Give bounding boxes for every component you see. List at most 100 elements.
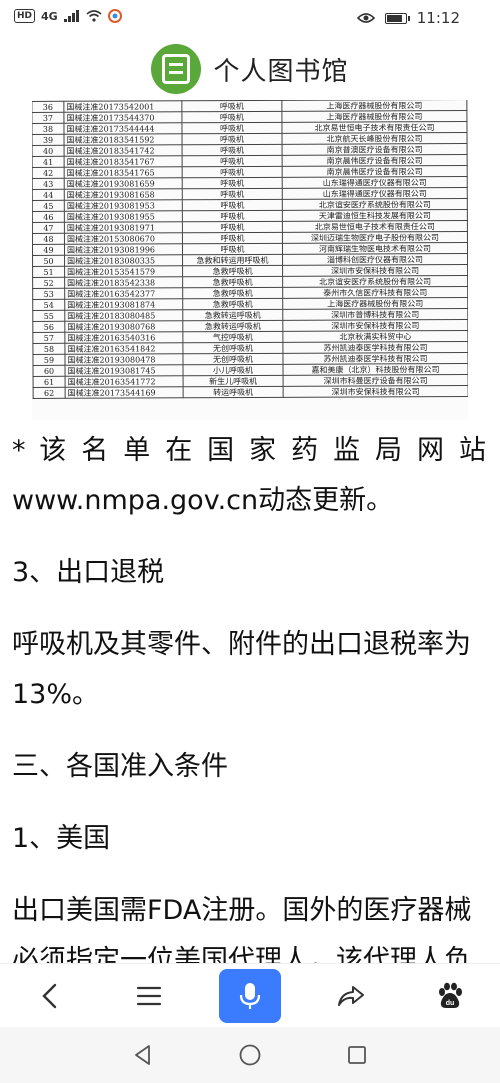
registration-number: 国械注准20183541742 (64, 144, 183, 157)
product-name: 呼吸机 (181, 133, 283, 145)
site-name[interactable]: 个人图书馆 (213, 51, 348, 88)
product-name: 急救转运呼吸机 (182, 309, 283, 321)
registration-number: 国械注准20193081953 (64, 199, 183, 212)
share-button[interactable] (321, 970, 381, 1022)
site-logo-icon[interactable] (151, 44, 202, 94)
product-name: 呼吸机 (182, 188, 283, 200)
share-icon (337, 985, 364, 1006)
registration-number: 国械注准20173544169 (65, 386, 184, 399)
row-number: 51 (32, 266, 65, 278)
row-number: 49 (32, 244, 65, 256)
menu-icon (137, 986, 162, 1005)
note-line-1: * 该 名 单 在 国 家 药 监 局 网 站 (12, 435, 488, 466)
company-name: 深圳市安保科技有限公司 (282, 319, 468, 332)
row-number: 36 (32, 101, 64, 113)
row-number: 42 (32, 167, 65, 179)
product-name: 急救呼吸机 (182, 265, 283, 277)
registration-number: 国械注准20173544370 (63, 111, 182, 124)
company-name: 深圳市科曼医疗设备有限公司 (283, 374, 468, 387)
registration-number: 国械注准20163540316 (64, 331, 183, 344)
row-number: 54 (32, 299, 65, 311)
eye-comfort-icon (356, 13, 375, 23)
product-name: 小儿呼吸机 (183, 364, 284, 376)
company-name: 苏州凯迪泰医学科技有限公司 (282, 341, 468, 354)
company-name: 河南辉瑞生物医电技术有限公司 (282, 242, 468, 255)
row-number: 60 (33, 365, 66, 377)
nav-home-icon[interactable] (238, 1043, 262, 1067)
row-number: 61 (33, 376, 66, 388)
row-number: 57 (32, 332, 65, 344)
registration-number: 国械注准20173542001 (63, 100, 182, 113)
company-name: 北京谊安医疗系统股份有限公司 (282, 275, 468, 288)
battery-icon (384, 12, 410, 24)
product-name: 急救呼吸机 (182, 287, 283, 299)
company-name: 苏州凯迪泰医学科技有限公司 (282, 352, 468, 365)
svg-text:du: du (446, 1000, 455, 1007)
row-number: 62 (33, 387, 66, 399)
row-number: 45 (32, 200, 65, 212)
product-name: 呼吸机 (181, 100, 282, 112)
company-name: 北京谊安医疗系统股份有限公司 (282, 198, 468, 211)
row-number: 59 (32, 354, 66, 366)
registration-number: 国械注准20183542338 (64, 276, 183, 289)
section-usa-heading: 1、美国 (12, 823, 111, 854)
registration-number: 国械注准20193081745 (65, 364, 184, 377)
product-name: 呼吸机 (182, 221, 283, 233)
usa-paragraph: 出口美国需FDA注册。国外的医疗器械必须指定一位美国代理人，该代理人负 (12, 895, 472, 963)
browser-toolbar: du (0, 963, 500, 1027)
product-name: 呼吸机 (182, 155, 283, 167)
company-name: 天津雷迪恒生科技发展有限公司 (282, 209, 468, 222)
voice-search-button[interactable] (218, 968, 281, 1023)
company-name: 南京晨伟医疗设备有限公司 (282, 154, 468, 167)
registration-number: 国械注准20163541842 (64, 342, 183, 355)
row-number: 55 (32, 310, 65, 322)
row-number: 47 (32, 222, 65, 234)
company-name: 淄博科创医疗仪器有限公司 (282, 253, 468, 266)
network-label: 4G (41, 9, 58, 23)
row-number: 50 (32, 255, 65, 267)
product-name: 急救转运呼吸机 (182, 320, 283, 332)
company-name: 南京晨伟医疗设备有限公司 (282, 165, 468, 178)
product-name: 呼吸机 (182, 199, 283, 211)
status-right: 11:12 (356, 9, 460, 27)
nav-back-icon[interactable] (132, 1044, 154, 1066)
back-button[interactable] (20, 970, 80, 1022)
registration-number: 国械注准20193081658 (64, 188, 183, 201)
registration-number: 国械注准20163541772 (65, 375, 184, 388)
registration-number: 国械注准20193081955 (64, 210, 183, 223)
product-name: 无创呼吸机 (182, 353, 284, 365)
row-number: 40 (32, 145, 65, 157)
row-number: 43 (32, 178, 65, 190)
table-row: 62 国械注准20173544169 转运呼吸机 深圳市安保科技有限公司 (33, 385, 468, 399)
row-number: 52 (32, 277, 65, 289)
status-bar: HD 4G 11:12 (0, 0, 500, 38)
product-name: 呼吸机 (182, 243, 283, 255)
company-name: 北京航天长峰股份有限公司 (281, 132, 468, 145)
product-name: 呼吸机 (182, 144, 283, 156)
product-name: 呼吸机 (181, 122, 282, 134)
registration-number: 国械注准20193080768 (64, 320, 183, 333)
company-name: 深圳市普博科技有限公司 (282, 308, 468, 321)
baidu-button[interactable]: du (420, 970, 480, 1022)
menu-button[interactable] (119, 970, 179, 1022)
row-number: 41 (32, 156, 65, 168)
export-tax-paragraph: 呼吸机及其零件、附件的出口退税率为13%。 (12, 629, 471, 710)
back-icon (42, 983, 56, 1008)
hd-badge: HD (14, 9, 36, 23)
signal-icon (63, 10, 79, 22)
product-name: 急救呼吸机 (182, 298, 283, 310)
registration-number: 国械注准20183541592 (63, 133, 183, 146)
nav-recents-icon[interactable] (346, 1044, 368, 1066)
company-name: 北京易世恒电子技术有限责任公司 (282, 220, 468, 233)
article-body: * 该 名 单 在 国 家 药 监 局 网 站 www.nmpa.gov.cn动… (0, 420, 500, 963)
company-name: 泰州市久信医疗科技有限公司 (282, 286, 468, 299)
registration-number: 国械注准20183541767 (64, 155, 183, 168)
registration-number: 国械注准20163542377 (64, 287, 183, 300)
product-name: 呼吸机 (182, 166, 283, 178)
company-name: 深圳迈瑞生物医疗电子股份有限公司 (282, 231, 468, 244)
system-nav-bar (0, 1027, 500, 1083)
registration-number: 国械注准20193081874 (64, 298, 183, 311)
registry-table-image: 36 国械注准20173542001 呼吸机 上海医疗器械股份有限公司 37 国械注准20… (32, 100, 468, 420)
company-name: 深圳市安保科技有限公司 (282, 264, 468, 277)
product-name: 呼吸机 (182, 232, 283, 244)
